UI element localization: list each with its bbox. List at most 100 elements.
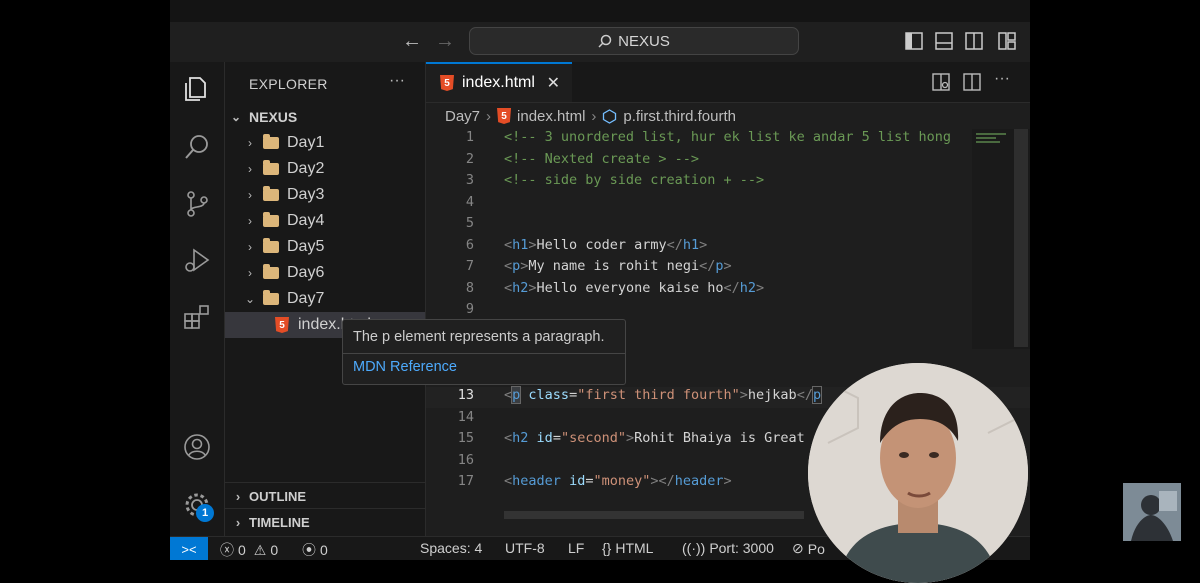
activity-bar: 1 — [170, 62, 225, 536]
webcam-overlay — [808, 363, 1028, 583]
remote-indicator-icon[interactable]: >< — [170, 537, 208, 560]
folder-label: Day7 — [287, 290, 325, 307]
command-center-search[interactable]: NEXUS — [469, 27, 799, 55]
folder-open-icon — [263, 290, 279, 305]
folder-icon — [263, 264, 279, 279]
extensions-icon[interactable] — [182, 302, 212, 332]
ports-count: 0 — [320, 542, 328, 558]
code-line: 2 <!-- Nexted create > --> — [426, 151, 1030, 172]
code-line: 1 <!-- 3 unordered list, hur ek list ke a… — [426, 129, 1030, 150]
line-number: 5 — [465, 215, 474, 231]
folder-day4[interactable]: › Day4 — [225, 208, 425, 234]
run-debug-icon[interactable] — [182, 246, 212, 276]
folder-day1[interactable]: › Day1 — [225, 130, 425, 156]
breadcrumb-separator: › — [591, 107, 597, 125]
prettier-indicator[interactable]: ⊘ Po — [792, 540, 825, 557]
folder-icon — [263, 160, 279, 175]
explorer-icon[interactable] — [182, 74, 212, 104]
folder-day6[interactable]: › Day6 — [225, 260, 425, 286]
warning-icon: ⚠ — [253, 541, 267, 558]
chevron-right-icon: › — [248, 162, 252, 176]
close-icon[interactable]: ✕ — [547, 73, 560, 93]
line-number: 3 — [465, 172, 474, 188]
line-number: 7 — [465, 258, 474, 274]
code-line: 4 — [426, 194, 1030, 215]
hover-description: The p element represents a paragraph. — [353, 329, 605, 345]
toggle-secondary-sidebar-icon[interactable] — [965, 32, 983, 50]
toggle-panel-icon[interactable] — [935, 32, 953, 50]
breadcrumb-folder[interactable]: Day7 — [445, 108, 480, 125]
explorer-title: EXPLORER — [249, 76, 328, 92]
language-label: HTML — [615, 540, 654, 556]
timeline-label: TIMELINE — [249, 514, 310, 530]
line-number: 15 — [457, 430, 474, 446]
outline-section[interactable]: › OUTLINE — [225, 482, 425, 509]
chevron-down-icon: ⌄ — [230, 110, 242, 124]
line-number: 17 — [457, 473, 474, 489]
code-line: 3 <!-- side by side creation + --> — [426, 172, 1030, 193]
folder-label: Day6 — [287, 264, 325, 281]
titlebar: ← → NEXUS — [170, 22, 1030, 63]
code-line: 8 <h2>Hello everyone kaise ho</h2> — [426, 280, 1030, 301]
chevron-down-icon: ⌄ — [244, 292, 256, 306]
customize-layout-icon[interactable] — [998, 32, 1016, 50]
chevron-right-icon: › — [248, 188, 252, 202]
line-number: 6 — [465, 236, 474, 253]
split-editor-icon[interactable] — [963, 73, 981, 91]
chevron-right-icon: › — [248, 266, 252, 280]
problems-indicator[interactable]: ⓧ 0 ⚠ 0 — [220, 540, 278, 560]
error-icon: ⓧ — [220, 542, 234, 558]
thumbnail-image — [1123, 483, 1181, 541]
folder-day3[interactable]: › Day3 — [225, 182, 425, 208]
folder-label: Day2 — [287, 160, 325, 177]
language-mode[interactable]: {} HTML — [602, 540, 653, 556]
tab-index-html[interactable]: 5 index.html ✕ — [426, 62, 572, 102]
folder-day7[interactable]: ⌄ Day7 — [225, 286, 425, 312]
workspace-root[interactable]: ⌄ NEXUS — [225, 104, 425, 130]
mdn-reference-link[interactable]: MDN Reference — [353, 359, 457, 375]
breadcrumb-file[interactable]: index.html — [517, 108, 585, 125]
live-server-port[interactable]: ((·)) Port: 3000 — [682, 540, 774, 556]
open-preview-icon[interactable] — [932, 73, 950, 91]
top-strip — [170, 0, 1030, 22]
arrow-right-icon[interactable]: → — [435, 30, 455, 53]
folder-day2[interactable]: › Day2 — [225, 156, 425, 182]
html5-file-icon: 5 — [440, 75, 454, 91]
hover-divider — [343, 353, 625, 354]
arrow-left-icon[interactable]: ← — [402, 30, 422, 53]
error-count: 0 — [238, 542, 246, 558]
explorer-sidebar: EXPLORER ··· ⌄ NEXUS › Day1 › Day2 › Day… — [225, 62, 426, 536]
line-number: 4 — [465, 193, 474, 210]
html5-file-icon: 5 — [497, 108, 512, 124]
breadcrumb-symbol[interactable]: p.first.third.fourth — [623, 108, 736, 125]
ports-indicator[interactable]: ⦿ 0 — [302, 540, 328, 560]
indentation-setting[interactable]: Spaces: 4 — [420, 540, 482, 556]
chevron-right-icon: › — [248, 214, 252, 228]
line-number: 8 — [465, 279, 474, 296]
folder-day5[interactable]: › Day5 — [225, 234, 425, 260]
code-line: 7 <p>My name is rohit negi</p> — [426, 258, 1030, 279]
folder-icon — [263, 238, 279, 253]
accounts-icon[interactable] — [182, 432, 212, 462]
outline-label: OUTLINE — [249, 488, 307, 504]
encoding-setting[interactable]: UTF-8 — [505, 540, 545, 556]
line-number: 2 — [465, 150, 474, 167]
timeline-section[interactable]: › TIMELINE — [225, 508, 425, 535]
symbol-element-icon — [603, 108, 617, 124]
horizontal-scrollbar[interactable] — [504, 511, 804, 519]
presenter-video — [808, 363, 1028, 583]
search-icon[interactable] — [182, 132, 212, 162]
line-number: 14 — [457, 408, 474, 425]
line-number: 13 — [457, 387, 474, 403]
eol-setting[interactable]: LF — [568, 540, 584, 556]
more-actions-icon[interactable]: ··· — [389, 72, 405, 90]
hover-tooltip: The p element represents a paragraph. MD… — [342, 319, 626, 385]
warning-count: 0 — [270, 542, 279, 558]
source-control-icon[interactable] — [182, 189, 212, 219]
breadcrumb: Day7 › 5 index.html › p.first.third.four… — [426, 103, 1030, 129]
search-text: NEXUS — [618, 32, 670, 50]
folder-label: Day1 — [287, 134, 325, 151]
toggle-primary-sidebar-icon[interactable] — [905, 32, 923, 50]
editor-more-actions-icon[interactable]: ··· — [994, 70, 1010, 88]
search-icon — [598, 34, 612, 48]
